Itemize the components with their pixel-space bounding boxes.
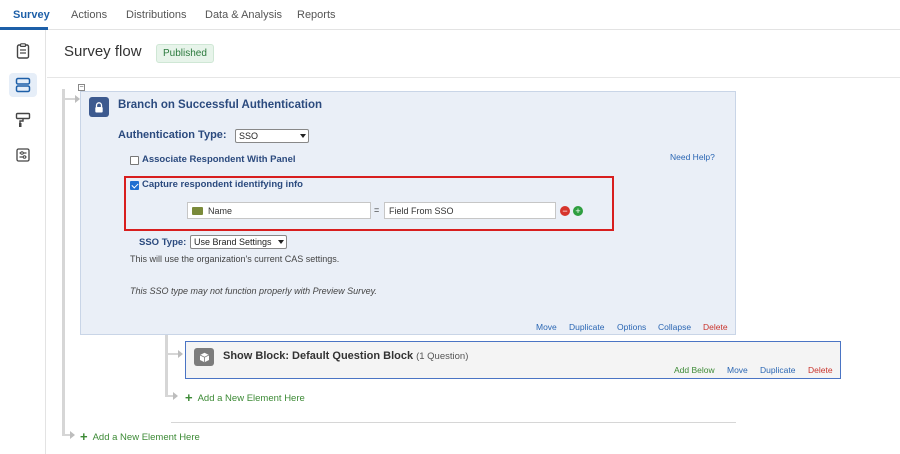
block-cube-icon bbox=[194, 348, 214, 366]
divider bbox=[171, 422, 736, 423]
block-title: Show Block: Default Question Block (1 Que… bbox=[223, 350, 468, 362]
sso-type-select[interactable]: Use Brand Settings bbox=[190, 235, 287, 249]
flow-connector-inner bbox=[165, 335, 168, 397]
sso-type-value: Use Brand Settings bbox=[194, 237, 272, 247]
need-help-link[interactable]: Need Help? bbox=[670, 152, 715, 162]
tab-survey[interactable]: Survey bbox=[13, 9, 50, 21]
page-header: Survey flow Published bbox=[47, 30, 900, 78]
tab-distributions[interactable]: Distributions bbox=[126, 9, 187, 21]
block-title-text: Show Block: Default Question Block bbox=[223, 350, 414, 362]
top-nav: Survey Actions Distributions Data & Anal… bbox=[0, 0, 900, 30]
survey-flow-icon[interactable] bbox=[9, 73, 37, 97]
plus-icon: + bbox=[80, 429, 88, 444]
tab-data-analysis[interactable]: Data & Analysis bbox=[205, 9, 282, 21]
arrow-right-icon bbox=[178, 350, 183, 358]
tab-reports[interactable]: Reports bbox=[297, 9, 336, 21]
collapse-toggle-icon[interactable]: − bbox=[78, 84, 85, 91]
add-below-link[interactable]: Add Below bbox=[674, 365, 715, 375]
authentication-type-value: SSO bbox=[239, 131, 259, 141]
add-element-outer-label: Add a New Element Here bbox=[92, 432, 200, 443]
add-element-inner[interactable]: + Add a New Element Here bbox=[185, 390, 305, 405]
arrow-right-icon bbox=[173, 392, 178, 400]
plus-icon: + bbox=[185, 390, 193, 405]
options-link[interactable]: Options bbox=[617, 322, 646, 332]
authentication-type-label: Authentication Type: bbox=[118, 129, 227, 141]
block-duplicate-link[interactable]: Duplicate bbox=[760, 365, 795, 375]
arrow-right-icon bbox=[70, 431, 75, 439]
survey-editor-icon[interactable] bbox=[9, 39, 37, 63]
block-question-count: (1 Question) bbox=[416, 351, 469, 362]
sso-type-label: SSO Type: bbox=[139, 237, 187, 248]
survey-flow-canvas: − Branch on Successful Authentication Au… bbox=[47, 79, 900, 454]
flow-connector-main bbox=[62, 89, 65, 436]
block-move-link[interactable]: Move bbox=[727, 365, 748, 375]
branch-title: Branch on Successful Authentication bbox=[118, 99, 323, 111]
page-title: Survey flow bbox=[64, 43, 142, 60]
highlight-annotation bbox=[124, 176, 614, 231]
authentication-type-select[interactable]: SSO bbox=[235, 129, 309, 143]
associate-panel-checkbox[interactable] bbox=[130, 156, 139, 165]
cas-settings-note: This will use the organization's current… bbox=[130, 254, 340, 264]
flow-connector-branch bbox=[62, 98, 75, 100]
survey-options-icon[interactable] bbox=[9, 143, 37, 167]
flow-connector-block bbox=[165, 353, 179, 355]
chevron-down-icon bbox=[278, 240, 284, 244]
look-and-feel-icon[interactable] bbox=[9, 108, 37, 132]
associate-panel-label: Associate Respondent With Panel bbox=[142, 154, 296, 165]
preview-warning-note: This SSO type may not function properly … bbox=[130, 286, 377, 296]
add-element-outer[interactable]: + Add a New Element Here bbox=[80, 429, 200, 444]
collapse-link[interactable]: Collapse bbox=[658, 322, 691, 332]
delete-link[interactable]: Delete bbox=[703, 322, 728, 332]
chevron-down-icon bbox=[300, 134, 306, 138]
left-toolbar bbox=[0, 30, 46, 454]
tab-actions[interactable]: Actions bbox=[71, 9, 107, 21]
lock-icon bbox=[89, 97, 109, 117]
add-element-inner-label: Add a New Element Here bbox=[197, 393, 305, 404]
duplicate-link[interactable]: Duplicate bbox=[569, 322, 604, 332]
move-link[interactable]: Move bbox=[536, 322, 557, 332]
status-badge: Published bbox=[156, 44, 214, 63]
block-delete-link[interactable]: Delete bbox=[808, 365, 833, 375]
show-block-panel: Show Block: Default Question Block (1 Que… bbox=[185, 341, 841, 379]
